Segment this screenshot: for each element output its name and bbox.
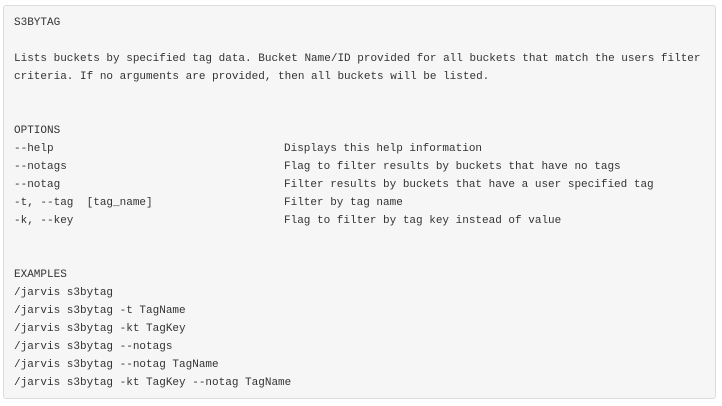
example-line: /jarvis s3bytag [14,287,114,299]
help-text-block: S3BYTAG Lists buckets by specified tag d… [3,5,716,399]
option-description: Flag to filter results by buckets that h… [284,161,621,173]
option-flag: --notags [14,161,67,173]
example-line: /jarvis s3bytag -t TagName [14,305,186,317]
option-flag: -t, --tag [tag_name] [14,197,153,209]
option-flag: --notag [14,179,61,191]
description-line-2: criteria. If no arguments are provided, … [14,71,490,83]
options-heading: OPTIONS [14,125,61,137]
example-line: /jarvis s3bytag --notags [14,341,173,353]
command-title: S3BYTAG [14,17,61,29]
option-description: Filter results by buckets that have a us… [284,179,654,191]
option-description: Displays this help information [284,143,483,155]
examples-heading: EXAMPLES [14,269,67,281]
option-flag: -k, --key [14,215,74,227]
option-description: Flag to filter by tag key instead of val… [284,215,562,227]
example-line: /jarvis s3bytag -kt TagKey --notag TagNa… [14,377,292,389]
example-line: /jarvis s3bytag -kt TagKey [14,323,186,335]
option-flag: --help [14,143,54,155]
option-description: Filter by tag name [284,197,403,209]
example-line: /jarvis s3bytag --notag TagName [14,359,219,371]
description-line-1: Lists buckets by specified tag data. Buc… [14,53,701,65]
